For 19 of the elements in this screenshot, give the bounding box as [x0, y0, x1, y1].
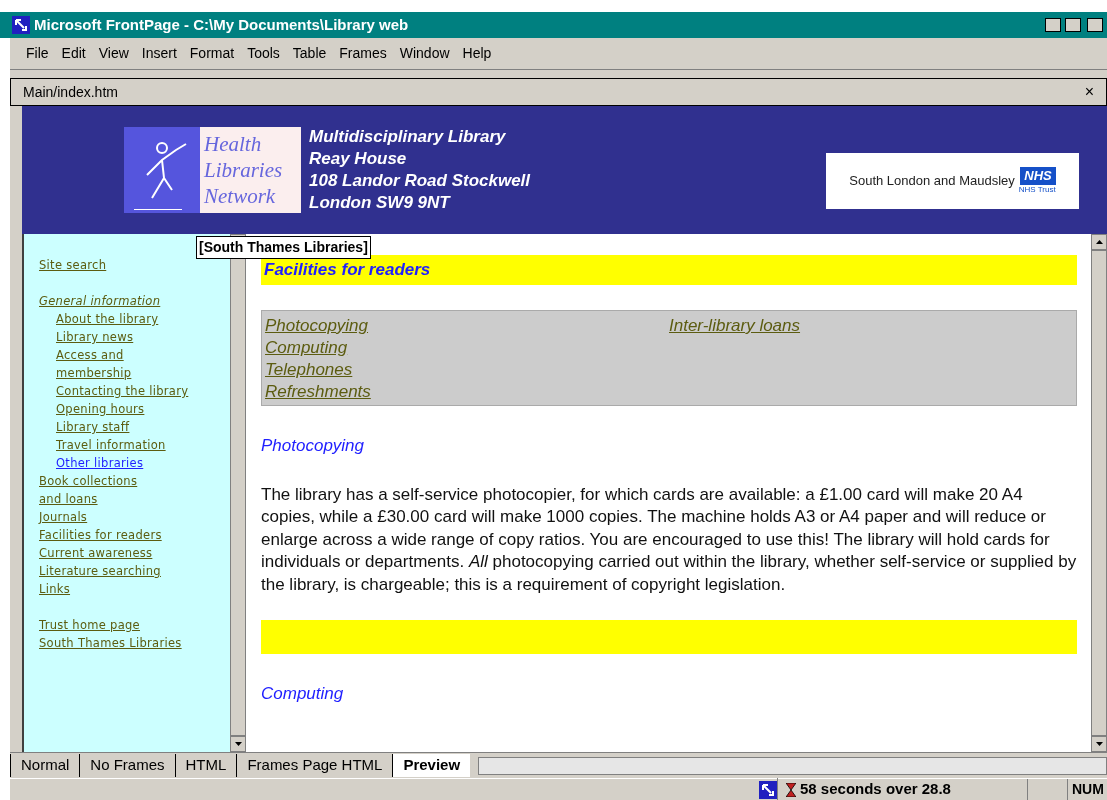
section-title: Photocopying — [261, 435, 366, 457]
window-title: Microsoft FrontPage - C:\My Documents\Library web — [34, 14, 409, 35]
address-line: Multidisciplinary Library — [309, 126, 507, 148]
download-estimate: 58 seconds over 28.8 — [800, 779, 951, 800]
logo-text: Health — [204, 131, 263, 157]
nhs-badge: NHS — [1020, 167, 1056, 185]
tooltip: [South Thames Libraries] — [196, 236, 371, 259]
trust-subtitle: NHS Trust — [1018, 185, 1056, 195]
logo-text: Network — [204, 183, 277, 209]
address-line: London SW9 9NT — [309, 192, 452, 214]
page-heading: Facilities for readers — [264, 259, 431, 282]
section-text: The library has a self-service photocopier, for which cards are available: a £1.00 card will make 20 A4 copies, while a £30.00 card will make 1000 copies. The machine holds A3 or A4 paper and will reduce or enlarge across a wide range of copy ratios. You are encouraged to use this! The library will hold cards for individuals or departments. All photocopying carried out within the library, whether self-service or supplied by the library, is chargeable; this is a requirement of copyright legislation. — [261, 483, 1077, 596]
num-lock-indicator: NUM — [1067, 779, 1107, 800]
logo-text: Libraries — [204, 157, 284, 183]
trust-name: South London and Maudsley — [849, 172, 1015, 191]
document-tab-title: Main/index.htm — [23, 82, 118, 102]
section-title: Computing — [261, 683, 345, 705]
address-line: Reay House — [309, 148, 408, 170]
address-line: 108 Landor Road Stockwell — [309, 170, 531, 192]
